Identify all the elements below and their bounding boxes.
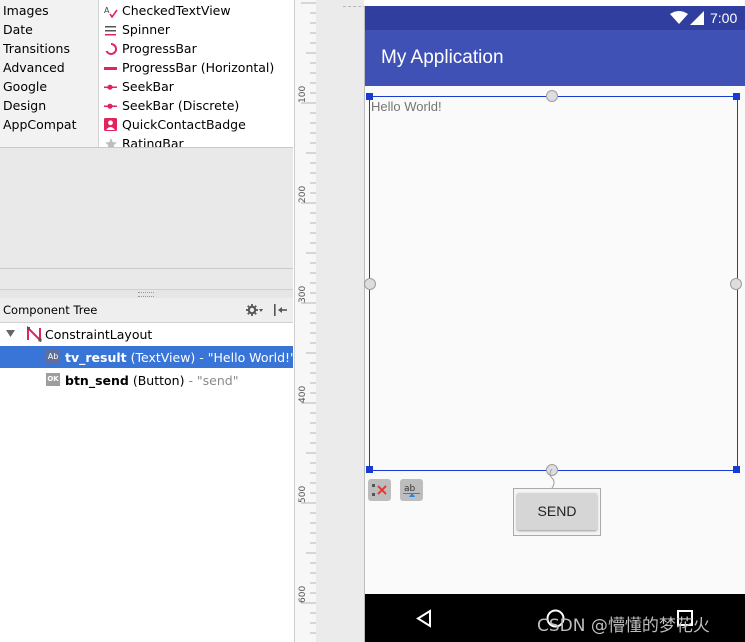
textview-tv-result[interactable]: Hello World!: [369, 96, 738, 471]
wifi-icon: [670, 11, 688, 24]
palette-category-google[interactable]: Google: [3, 79, 47, 94]
ruler-mark-100: 100: [298, 85, 308, 103]
constraint-link: [549, 469, 555, 489]
component-tree-header: Component Tree: [0, 298, 293, 323]
ruler-mark-400: 400: [298, 385, 308, 403]
palette-footer: [0, 268, 293, 290]
back-icon[interactable]: [415, 609, 433, 628]
palette-panel: Images Date Transitions Advanced Google …: [0, 0, 293, 147]
palette-empty-area: [0, 147, 293, 269]
device-preview[interactable]: 7:00 My Application Hello World! ab SEND: [364, 6, 745, 642]
palette-category-appcompat[interactable]: AppCompat: [3, 117, 76, 132]
button-btn-send[interactable]: SEND: [513, 488, 601, 536]
tree-node-constraintlayout[interactable]: ConstraintLayout: [0, 323, 293, 345]
status-time: 7:00: [710, 10, 738, 26]
baseline-button[interactable]: ab: [400, 479, 423, 501]
palette-category-advanced[interactable]: Advanced: [3, 60, 65, 75]
splitter-grip[interactable]: [138, 292, 154, 297]
contact-badge-icon: [104, 118, 117, 131]
clear-constraints-button[interactable]: [368, 479, 391, 501]
watermark: CSDN @懵懂的梦花火: [537, 616, 710, 636]
send-button[interactable]: SEND: [517, 493, 597, 530]
expand-arrow-icon[interactable]: [6, 330, 15, 338]
constraint-anchor-top[interactable]: [546, 90, 558, 102]
star-icon: [105, 138, 117, 147]
component-tree-title: Component Tree: [3, 303, 98, 317]
resize-handle-top-right[interactable]: [733, 93, 740, 100]
status-bar: 7:00: [365, 6, 745, 30]
spinner-icon: [105, 26, 116, 36]
checked-text-icon: A: [104, 6, 118, 18]
tree-node-value: - "Hello World!": [199, 350, 296, 365]
ruler-mark-300: 300: [298, 285, 308, 303]
ruler-mark-200: 200: [298, 185, 308, 203]
vertical-ruler: 100 200 300 400 500 600: [294, 0, 317, 642]
constraint-anchor-left[interactable]: [364, 278, 376, 290]
navigation-bar: CSDN @懵懂的梦花火: [365, 594, 745, 642]
component-tree: ConstraintLayout Ab tv_result (TextView)…: [0, 323, 296, 642]
gear-icon[interactable]: [246, 303, 264, 317]
palette-categories: Images Date Transitions Advanced Google …: [0, 0, 99, 147]
tree-node-tv-result[interactable]: Ab tv_result (TextView) - "Hello World!": [0, 346, 296, 368]
tree-node-label: ConstraintLayout: [45, 327, 153, 342]
seekbar-icon: [104, 84, 117, 90]
progress-circle-icon: [105, 42, 118, 55]
hide-panel-icon[interactable]: [272, 303, 288, 317]
tree-node-type: (Button): [132, 373, 185, 388]
palette-category-date[interactable]: Date: [3, 22, 33, 37]
resize-handle-top-left[interactable]: [366, 93, 373, 100]
signal-icon: [690, 11, 704, 25]
ruler-mark-600: 600: [298, 585, 308, 603]
tree-node-value: - "send": [188, 373, 239, 388]
svg-text:A: A: [104, 6, 110, 15]
progress-horizontal-icon: [104, 67, 117, 70]
textview-text: Hello World!: [371, 99, 442, 114]
baseline-icon: ab: [403, 484, 420, 497]
app-bar: My Application: [365, 30, 745, 86]
button-badge-icon: OK: [46, 373, 60, 386]
tree-node-id: btn_send: [65, 373, 129, 388]
tree-node-id: tv_result: [65, 350, 127, 365]
design-canvas[interactable]: [316, 0, 364, 642]
resize-handle-bottom-right[interactable]: [733, 466, 740, 473]
app-title: My Application: [381, 47, 504, 68]
seekbar-discrete-icon: [104, 103, 117, 109]
ruler-mark-500: 500: [298, 485, 308, 503]
tree-node-type: (TextView): [130, 350, 196, 365]
resize-handle-bottom-left[interactable]: [366, 466, 373, 473]
tree-node-btn-send[interactable]: OK btn_send (Button) - "send": [0, 369, 293, 391]
palette-category-transitions[interactable]: Transitions: [3, 41, 70, 56]
constraint-layout-icon: [27, 326, 42, 342]
palette-category-design[interactable]: Design: [3, 98, 46, 113]
clear-constraints-icon: [372, 484, 387, 496]
palette-category-images[interactable]: Images: [3, 3, 49, 18]
textview-badge-icon: Ab: [46, 350, 60, 363]
svg-text:ab: ab: [404, 484, 416, 494]
constraint-anchor-right[interactable]: [730, 278, 742, 290]
